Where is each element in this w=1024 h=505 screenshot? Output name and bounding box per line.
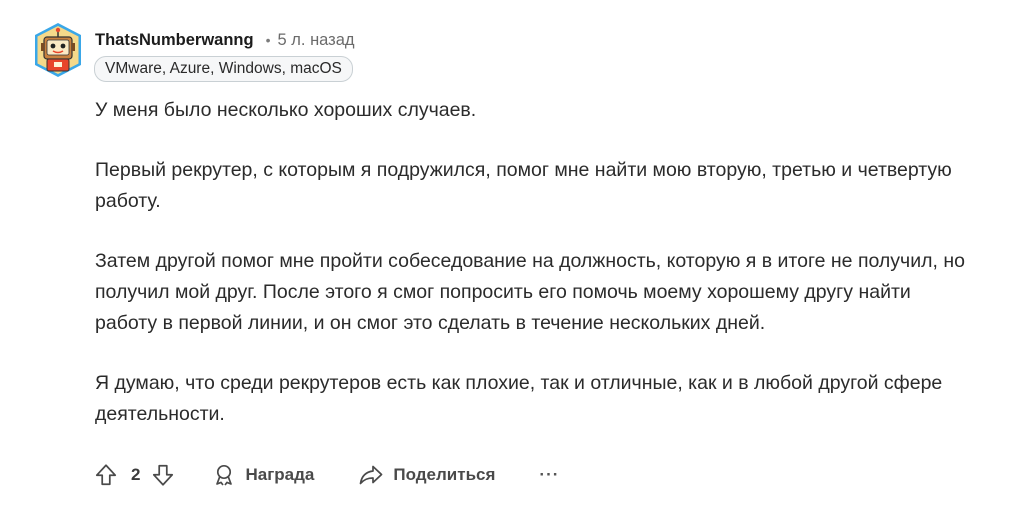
comment-paragraph: Затем другой помог мне пройти собеседова… <box>95 250 965 334</box>
award-label: Награда <box>245 465 315 484</box>
comment: ThatsNumberwanng • 5 л. назад VMware, Az… <box>0 0 1024 505</box>
comment-paragraph: Я думаю, что среди рекрутеров есть как п… <box>95 372 943 425</box>
downvote-button[interactable] <box>150 462 176 488</box>
comment-paragraph: Первый рекрутер, с которым я подружился,… <box>95 159 952 212</box>
comment-actions: 2 Награда Поделиться ··· <box>93 458 559 492</box>
author-name[interactable]: ThatsNumberwanng <box>95 31 254 50</box>
upvote-button[interactable] <box>93 462 119 488</box>
avatar-icon <box>35 23 81 77</box>
more-options-button[interactable]: ··· <box>539 465 559 485</box>
comment-timestamp[interactable]: 5 л. назад <box>278 31 355 50</box>
award-medal-icon <box>216 464 233 486</box>
comment-meta: ThatsNumberwanng • 5 л. назад <box>95 29 355 51</box>
vote-count: 2 <box>131 465 141 484</box>
upvote-arrow-icon <box>95 464 117 486</box>
meta-separator: • <box>265 32 271 48</box>
award-button[interactable]: Награда <box>212 463 314 487</box>
comment-body: У меня было несколько хороших случаев. П… <box>95 95 975 459</box>
user-avatar[interactable] <box>33 22 83 78</box>
share-arrow-icon <box>360 465 383 485</box>
comment-paragraph: У меня было несколько хороших случаев. <box>95 99 477 121</box>
share-label: Поделиться <box>393 465 496 484</box>
downvote-arrow-icon <box>153 464 174 486</box>
share-button[interactable]: Поделиться <box>358 463 495 487</box>
user-flair: VMware, Azure, Windows, macOS <box>94 56 353 82</box>
more-dots-icon: ··· <box>539 465 560 484</box>
